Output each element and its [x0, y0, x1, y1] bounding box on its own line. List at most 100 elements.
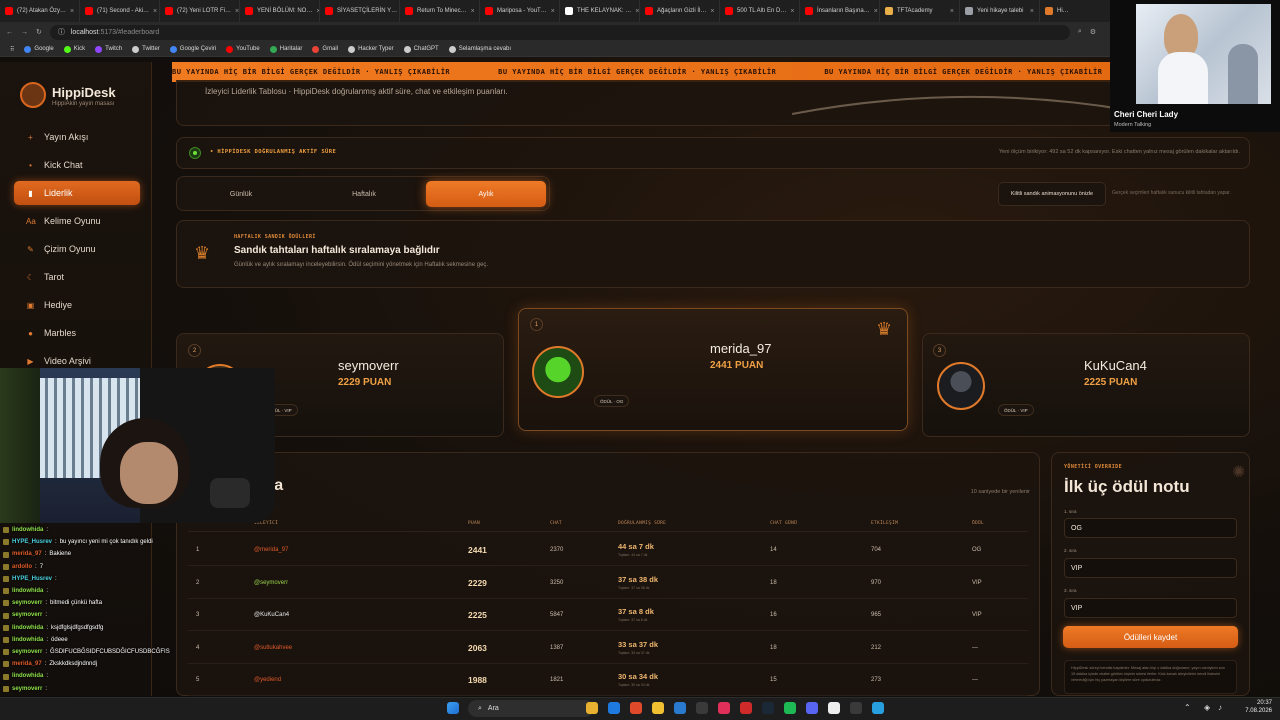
reward-2-input[interactable]: VIP	[1064, 558, 1237, 578]
chat-text: ĞSDIFUCBĞSIDFCUBSDĞICFUSDBCĞFIS	[50, 649, 170, 656]
sidebar-item-card[interactable]: ☾ Tarot	[14, 265, 140, 289]
windows-start-icon[interactable]	[447, 702, 459, 714]
sidebar-item-brush[interactable]: ✎ Çizim Oyunu	[14, 237, 140, 261]
podium-name: seymoverr	[338, 358, 399, 373]
reward-1-input[interactable]: OG	[1064, 518, 1237, 538]
back-icon[interactable]: ←	[6, 29, 13, 36]
sidebar-item-label: Kelime Oyunu	[44, 216, 101, 226]
bookmark-item[interactable]: Selamlaşma cevabı	[448, 45, 511, 53]
zoom-icon[interactable]: ⌕	[1078, 28, 1082, 36]
close-icon[interactable]: ×	[950, 8, 954, 15]
bookmark-item[interactable]: Kick	[63, 45, 85, 53]
close-icon[interactable]: ×	[790, 8, 794, 15]
save-rewards-button[interactable]: Ödülleri kaydet	[1063, 626, 1238, 648]
bookmark-item[interactable]: ChatGPT	[403, 45, 439, 53]
browser-tab[interactable]: Ağaçların Gizli İl… ×	[640, 0, 720, 22]
taskbar-app-icon[interactable]	[850, 702, 862, 714]
browser-tab[interactable]: (72) Yeni LOTR Fi… ×	[160, 0, 240, 22]
browser-tab[interactable]: TFTAcademy ×	[880, 0, 960, 22]
info-icon[interactable]: ⓘ	[58, 27, 65, 37]
bookmark-item[interactable]: Gmail	[312, 45, 338, 53]
taskbar-app-icon[interactable]	[674, 702, 686, 714]
duration-total: Toplam: 37 sa 8 dk	[618, 618, 648, 622]
browser-tab[interactable]: (72) Atakan Özy… ×	[0, 0, 80, 22]
reload-icon[interactable]: ↻	[36, 28, 42, 36]
chest-preview-button[interactable]: Kilitli sandık animasyonunu önizle	[998, 182, 1106, 206]
url-input[interactable]: ⓘ localhost:5173/#leaderboard	[49, 24, 1070, 40]
tab-label: (71) Second - Aki…	[97, 8, 150, 14]
sidebar-item-chat[interactable]: • Kick Chat	[14, 153, 140, 177]
browser-tab-strip: (72) Atakan Özy… × (71) Second - Aki… × (72)…	[0, 0, 1280, 22]
table-row[interactable]: 4 @sutlukahvee 2063 1387 33 sa 37 dk Toplam: …	[188, 632, 1028, 664]
column-header: ETKİLEŞİM	[871, 520, 899, 526]
table-row[interactable]: 2 @seymoverr 2229 3250 37 sa 38 dk Toplam: 37…	[188, 567, 1028, 599]
table-row[interactable]: 3 @KuKuCan4 2225 5847 37 sa 8 dk Toplam: 37 s…	[188, 599, 1028, 631]
extensions-icon[interactable]: ⚙	[1090, 28, 1096, 36]
browser-tab[interactable]: İnsanların Başına… ×	[800, 0, 880, 22]
taskbar-app-icon[interactable]	[608, 702, 620, 714]
browser-tab[interactable]: SİYASETÇİLERİN Y…×	[320, 0, 400, 22]
forward-icon[interactable]: →	[21, 29, 28, 36]
browser-tab[interactable]: 500 TL Altı En D… ×	[720, 0, 800, 22]
sidebar-item-plus[interactable]: + Yayın Akışı	[14, 125, 140, 149]
apps-icon[interactable]: ⠿	[10, 46, 14, 53]
browser-tab[interactable]: (71) Second - Aki… ×	[80, 0, 160, 22]
close-icon[interactable]: ×	[471, 8, 475, 15]
sidebar-item-bars[interactable]: ▮ Liderlik	[14, 181, 140, 205]
card-icon: ☾	[26, 272, 35, 282]
close-icon[interactable]: ×	[1030, 8, 1034, 15]
browser-tab[interactable]: Yeni hikaye talebi ×	[960, 0, 1040, 22]
close-icon[interactable]: ×	[70, 8, 74, 15]
sidebar-item-gift[interactable]: ▣ Hediye	[14, 293, 140, 317]
taskbar-search[interactable]: ⌕ Ara	[468, 700, 594, 717]
sidebar-item-text[interactable]: Aa Kelime Oyunu	[14, 209, 140, 233]
taskbar-app-icon[interactable]	[806, 702, 818, 714]
bookmark-item[interactable]: Hacker Typer	[348, 45, 394, 53]
chat-days-cell: 16	[770, 612, 777, 618]
browser-tab[interactable]: Hi…×	[1040, 0, 1120, 22]
chat-days-cell: 18	[770, 644, 777, 651]
bookmark-item[interactable]: Google Çeviri	[169, 45, 216, 53]
bookmark-item[interactable]: Google	[24, 45, 54, 53]
taskbar-app-icon[interactable]	[784, 702, 796, 714]
taskbar-app-icon[interactable]	[696, 702, 708, 714]
taskbar-app-icon[interactable]	[718, 702, 730, 714]
bookmark-item[interactable]: Haritalar	[269, 45, 302, 53]
taskbar-app-icon[interactable]	[740, 702, 752, 714]
browser-tab[interactable]: Return To Minec… ×	[400, 0, 480, 22]
close-icon[interactable]: ×	[235, 8, 239, 15]
table-row[interactable]: 5 @yediend 1988 1821 30 sa 34 dk Toplam: 30 s…	[188, 664, 1028, 696]
close-icon[interactable]: ×	[153, 8, 157, 15]
close-icon[interactable]: ×	[551, 8, 555, 15]
browser-tab[interactable]: YENİ BÖLÜM: NO…×	[240, 0, 320, 22]
user-badge-icon	[3, 673, 9, 680]
volume-icon[interactable]: ♪	[1218, 703, 1222, 712]
taskbar-app-icon[interactable]	[872, 702, 884, 714]
reward-3-input[interactable]: VIP	[1064, 598, 1237, 618]
taskbar-app-icon[interactable]	[828, 702, 840, 714]
browser-tab[interactable]: THE KELAYNAK: … ×	[560, 0, 640, 22]
taskbar-app-icon[interactable]	[652, 702, 664, 714]
bookmark-item[interactable]: Twitter	[132, 45, 160, 53]
column-header: PUAN	[468, 520, 481, 526]
taskbar-app-icon[interactable]	[762, 702, 774, 714]
tab-monthly[interactable]: Aylık	[426, 181, 546, 207]
browser-tab[interactable]: Mariposa - YouT… ×	[480, 0, 560, 22]
column-header: CHAT	[550, 520, 563, 526]
user-badge-icon	[3, 624, 9, 631]
taskbar-app-icon[interactable]	[630, 702, 642, 714]
tab-weekly[interactable]: Haftalık	[304, 181, 424, 207]
network-icon[interactable]: ◈	[1204, 703, 1210, 712]
user-badge-icon	[3, 588, 9, 595]
bookmark-item[interactable]: YouTube	[226, 45, 260, 53]
tab-daily[interactable]: Günlük	[181, 181, 301, 207]
close-icon[interactable]: ×	[635, 8, 639, 15]
bookmark-item[interactable]: Twitch	[95, 45, 122, 53]
chat-username: lindowhida	[12, 673, 44, 680]
close-icon[interactable]: ×	[710, 8, 714, 15]
taskbar-app-icon[interactable]	[586, 702, 598, 714]
table-row[interactable]: 1 @merida_97 2441 2370 44 sa 7 dk Toplam: 44 …	[188, 534, 1028, 566]
close-icon[interactable]: ×	[874, 8, 878, 15]
chevron-up-icon[interactable]: ⌃	[1184, 703, 1191, 712]
sidebar-item-dot[interactable]: ● Marbles	[14, 321, 140, 345]
